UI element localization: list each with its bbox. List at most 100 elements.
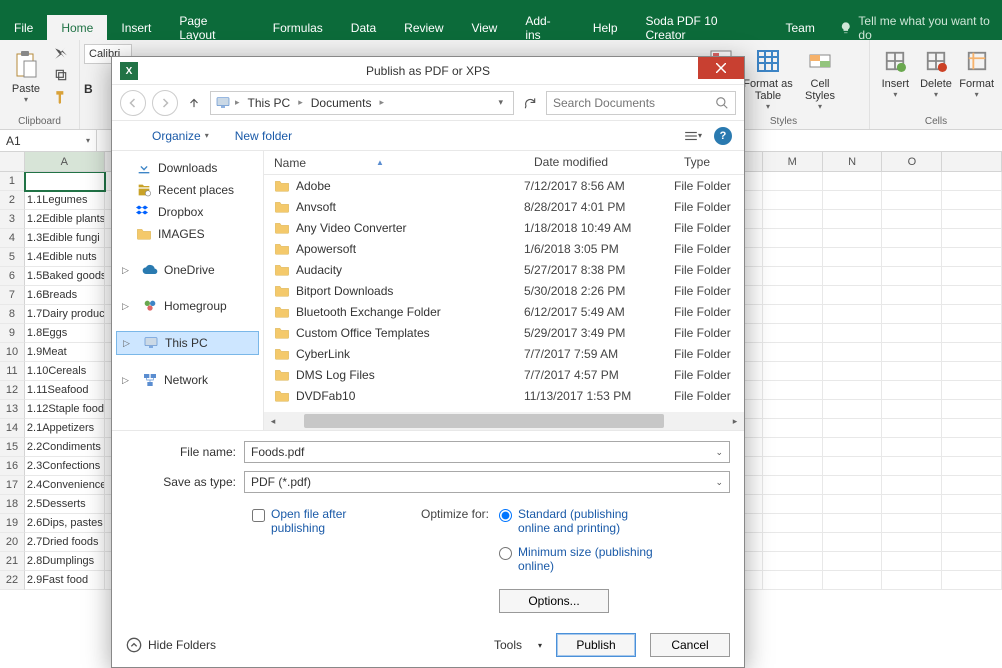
cell[interactable]: 2.5Desserts — [25, 495, 105, 514]
delete-cells-button[interactable]: Delete▾ — [917, 44, 956, 99]
cell[interactable] — [763, 229, 823, 248]
nav-tree[interactable]: DownloadsRecent placesDropboxIMAGES▷OneD… — [112, 151, 264, 430]
tree-item[interactable]: ▷Network — [116, 369, 259, 391]
cancel-button[interactable]: Cancel — [650, 633, 730, 657]
cell[interactable] — [882, 514, 942, 533]
cell[interactable] — [942, 457, 1002, 476]
cell[interactable] — [763, 552, 823, 571]
file-row[interactable]: DMS Log Files7/7/2017 4:57 PMFile Folder — [264, 364, 744, 385]
row-header[interactable]: 6 — [0, 267, 25, 286]
tab-data[interactable]: Data — [337, 15, 390, 40]
optimize-standard-radio[interactable]: Standard (publishing online and printing… — [499, 507, 658, 535]
cell[interactable] — [882, 210, 942, 229]
file-row[interactable]: Apowersoft1/6/2018 3:05 PMFile Folder — [264, 238, 744, 259]
cell[interactable] — [882, 267, 942, 286]
cell[interactable] — [763, 210, 823, 229]
cell[interactable] — [882, 324, 942, 343]
tab-formulas[interactable]: Formulas — [259, 15, 337, 40]
help-button[interactable]: ? — [714, 127, 732, 145]
cell[interactable] — [882, 552, 942, 571]
cell[interactable] — [823, 286, 883, 305]
cell[interactable] — [763, 343, 823, 362]
cell[interactable] — [942, 571, 1002, 590]
cell[interactable] — [823, 400, 883, 419]
cell[interactable] — [763, 362, 823, 381]
insert-cells-button[interactable]: Insert▾ — [876, 44, 915, 99]
cell[interactable] — [882, 191, 942, 210]
cell[interactable] — [882, 343, 942, 362]
cell[interactable] — [942, 343, 1002, 362]
hide-folders-button[interactable]: Hide Folders — [126, 637, 216, 653]
copy-icon[interactable] — [52, 66, 70, 84]
format-cells-button[interactable]: Format▾ — [957, 44, 996, 99]
cell[interactable] — [942, 495, 1002, 514]
cell[interactable] — [763, 419, 823, 438]
tree-item[interactable]: Recent places — [116, 179, 259, 201]
tab-page-layout[interactable]: Page Layout — [165, 15, 258, 40]
cell[interactable] — [823, 248, 883, 267]
cell[interactable] — [763, 248, 823, 267]
tab-view[interactable]: View — [458, 15, 512, 40]
file-row[interactable]: Bluetooth Exchange Folder6/12/2017 5:49 … — [264, 301, 744, 322]
row-header[interactable]: 19 — [0, 514, 25, 533]
cell[interactable] — [763, 457, 823, 476]
cell[interactable] — [942, 476, 1002, 495]
row-header[interactable]: 22 — [0, 571, 25, 590]
cell[interactable] — [942, 381, 1002, 400]
search-input[interactable] — [553, 96, 703, 110]
file-row[interactable]: Bitport Downloads5/30/2018 2:26 PMFile F… — [264, 280, 744, 301]
cell[interactable] — [882, 229, 942, 248]
cell[interactable]: 1.11Seafood — [25, 381, 105, 400]
row-header[interactable]: 17 — [0, 476, 25, 495]
cell[interactable]: 1.7Dairy products — [25, 305, 105, 324]
cell[interactable] — [823, 476, 883, 495]
cell[interactable] — [823, 495, 883, 514]
cell[interactable] — [763, 495, 823, 514]
cell[interactable] — [942, 324, 1002, 343]
row-header[interactable]: 3 — [0, 210, 25, 229]
cell[interactable] — [942, 533, 1002, 552]
file-row[interactable]: Any Video Converter1/18/2018 10:49 AMFil… — [264, 217, 744, 238]
cell[interactable] — [942, 172, 1002, 191]
breadcrumb[interactable]: ▸ This PC ▸ Documents ▸ ▾ — [210, 91, 514, 115]
cell[interactable] — [823, 343, 883, 362]
cell[interactable] — [25, 172, 105, 191]
nav-forward-button[interactable] — [152, 90, 178, 116]
cell[interactable] — [942, 419, 1002, 438]
cell[interactable] — [763, 324, 823, 343]
cell[interactable]: 1.6Breads — [25, 286, 105, 305]
col-header[interactable]: O — [882, 152, 942, 172]
cell[interactable]: 1.5Baked goods — [25, 267, 105, 286]
cell[interactable] — [823, 229, 883, 248]
cell[interactable]: 2.1Appetizers — [25, 419, 105, 438]
tree-item[interactable]: Downloads — [116, 157, 259, 179]
tab-review[interactable]: Review — [390, 15, 457, 40]
tab-team[interactable]: Team — [772, 15, 829, 40]
file-row[interactable]: Audacity5/27/2017 8:38 PMFile Folder — [264, 259, 744, 280]
tree-item[interactable]: Dropbox — [116, 201, 259, 223]
cell[interactable] — [942, 552, 1002, 571]
cell[interactable] — [942, 229, 1002, 248]
row-header[interactable]: 12 — [0, 381, 25, 400]
cell[interactable] — [882, 419, 942, 438]
cell[interactable] — [763, 267, 823, 286]
cell[interactable] — [823, 210, 883, 229]
cell[interactable] — [823, 305, 883, 324]
tab-home[interactable]: Home — [47, 15, 107, 40]
tab-file[interactable]: File — [0, 15, 47, 40]
cell[interactable] — [882, 362, 942, 381]
publish-button[interactable]: Publish — [556, 633, 636, 657]
row-header[interactable]: 4 — [0, 229, 25, 248]
file-row[interactable]: Anvsoft8/28/2017 4:01 PMFile Folder — [264, 196, 744, 217]
cell[interactable]: 1.3Edible fungi — [25, 229, 105, 248]
col-header[interactable]: N — [823, 152, 883, 172]
format-painter-icon[interactable] — [52, 88, 70, 106]
cell[interactable] — [882, 457, 942, 476]
cell[interactable]: 1.12Staple foods — [25, 400, 105, 419]
cell[interactable] — [942, 362, 1002, 381]
tree-item[interactable]: ▷This PC — [116, 331, 259, 355]
cell[interactable]: 2.6Dips, pastes — [25, 514, 105, 533]
organize-button[interactable]: Organize▾ — [152, 129, 209, 143]
cell[interactable]: 2.3Confections — [25, 457, 105, 476]
horizontal-scrollbar[interactable]: ◂▸ — [264, 412, 744, 430]
